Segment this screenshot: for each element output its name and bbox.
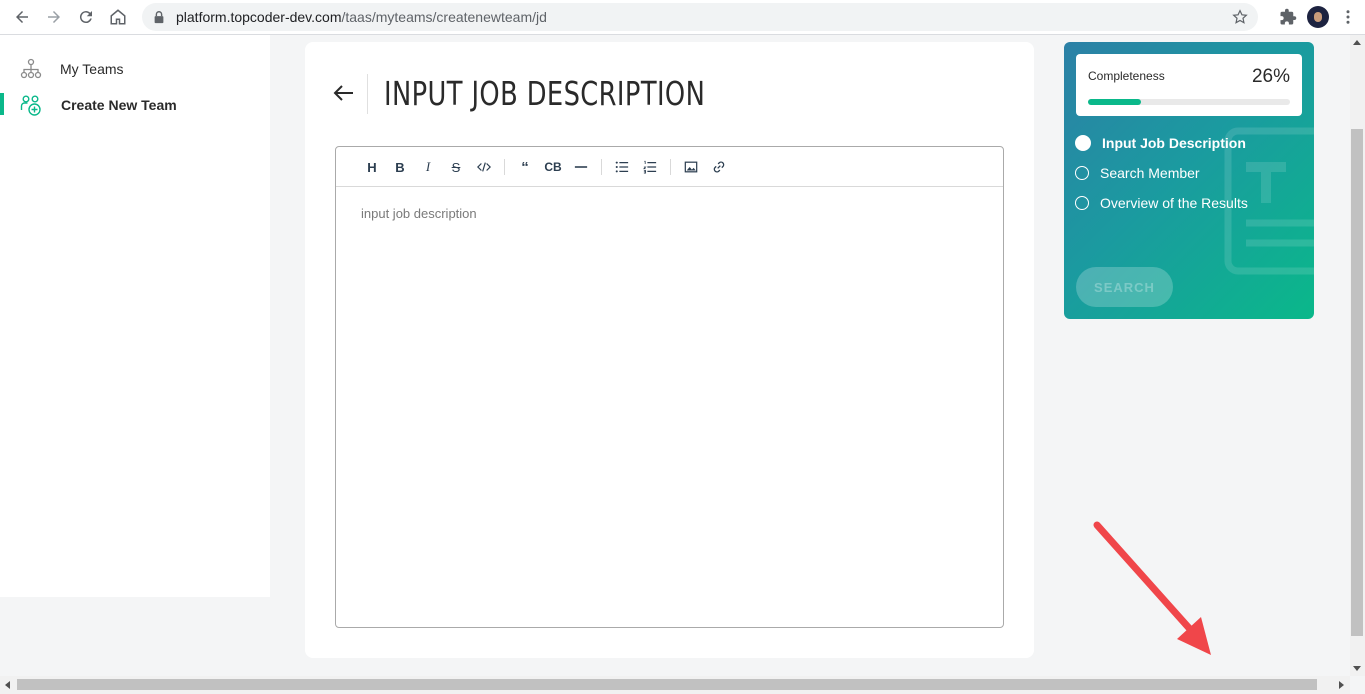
sidebar-item-create-new-team[interactable]: Create New Team: [0, 88, 270, 122]
sidebar-item-label: My Teams: [60, 61, 124, 77]
vertical-scroll-thumb[interactable]: [1351, 129, 1363, 636]
bullet-list-icon[interactable]: [611, 157, 633, 177]
step-search-member[interactable]: Search Member: [1075, 163, 1200, 183]
code-icon[interactable]: [473, 157, 495, 177]
job-description-card: INPUT JOB DESCRIPTION H B I S “ CB input…: [305, 42, 1034, 658]
strikethrough-icon[interactable]: S: [445, 157, 467, 177]
scroll-up-icon[interactable]: [1353, 40, 1361, 45]
link-icon[interactable]: [708, 157, 730, 177]
editor-toolbar: H B I S “ CB: [336, 147, 1003, 187]
toolbar-divider: [670, 159, 671, 175]
step-radio: [1075, 135, 1091, 151]
bold-icon[interactable]: B: [389, 157, 411, 177]
toolbar-divider: [601, 159, 602, 175]
toolbar-divider: [504, 159, 505, 175]
horizontal-scrollbar[interactable]: [0, 676, 1350, 694]
image-icon[interactable]: [680, 157, 702, 177]
step-label: Search Member: [1100, 165, 1200, 181]
step-radio: [1075, 196, 1089, 210]
completeness-bar-fill: [1088, 99, 1141, 105]
horizontal-scroll-thumb[interactable]: [17, 679, 1317, 690]
step-input-job-description[interactable]: Input Job Description: [1075, 133, 1246, 153]
sidebar-item-my-teams[interactable]: My Teams: [0, 52, 270, 86]
completeness-label: Completeness: [1088, 69, 1165, 83]
red-annotation-arrow-icon: [1093, 521, 1211, 655]
scroll-down-icon[interactable]: [1353, 666, 1361, 671]
bookmark-star-icon[interactable]: [1232, 9, 1248, 25]
back-icon[interactable]: [6, 1, 38, 33]
progress-card: Completeness 26% Input Job Description S…: [1064, 42, 1314, 319]
completeness-box: Completeness 26%: [1076, 54, 1302, 116]
title-divider: [367, 74, 368, 114]
step-label: Overview of the Results: [1100, 195, 1248, 211]
page-title: INPUT JOB DESCRIPTION: [384, 74, 706, 113]
vertical-scrollbar[interactable]: [1350, 35, 1365, 676]
horizontal-rule-icon[interactable]: [570, 157, 592, 177]
lock-icon: [154, 11, 164, 24]
reload-icon[interactable]: [70, 1, 102, 33]
editor-placeholder[interactable]: input job description: [361, 206, 477, 221]
sidebar: My Teams Create New Team: [0, 35, 270, 597]
forward-icon[interactable]: [38, 1, 70, 33]
org-chart-icon: [20, 58, 42, 79]
ordered-list-icon[interactable]: [639, 157, 661, 177]
step-overview-of-results[interactable]: Overview of the Results: [1075, 193, 1248, 213]
extensions-icon[interactable]: [1279, 8, 1297, 26]
completeness-bar: [1088, 99, 1290, 105]
home-icon[interactable]: [102, 1, 134, 33]
search-button[interactable]: SEARCH: [1076, 267, 1173, 307]
back-arrow-icon[interactable]: [333, 84, 355, 102]
quote-icon[interactable]: “: [514, 157, 536, 177]
code-block-icon[interactable]: CB: [542, 157, 564, 177]
markdown-editor[interactable]: H B I S “ CB input job description: [335, 146, 1004, 628]
step-radio: [1075, 166, 1089, 180]
address-bar[interactable]: platform.topcoder-dev.com/taas/myteams/c…: [142, 3, 1258, 31]
scroll-right-icon[interactable]: [1339, 681, 1344, 689]
step-label: Input Job Description: [1102, 135, 1246, 151]
sidebar-item-label: Create New Team: [61, 97, 177, 113]
browser-toolbar: platform.topcoder-dev.com/taas/myteams/c…: [0, 0, 1365, 35]
italic-icon[interactable]: I: [417, 157, 439, 177]
add-team-icon: [20, 95, 41, 116]
more-menu-icon[interactable]: [1339, 8, 1357, 26]
heading-icon[interactable]: H: [361, 157, 383, 177]
scroll-left-icon[interactable]: [5, 681, 10, 689]
url-text: platform.topcoder-dev.com/taas/myteams/c…: [176, 9, 547, 25]
profile-avatar[interactable]: [1307, 6, 1329, 28]
completeness-percent: 26%: [1251, 66, 1290, 87]
